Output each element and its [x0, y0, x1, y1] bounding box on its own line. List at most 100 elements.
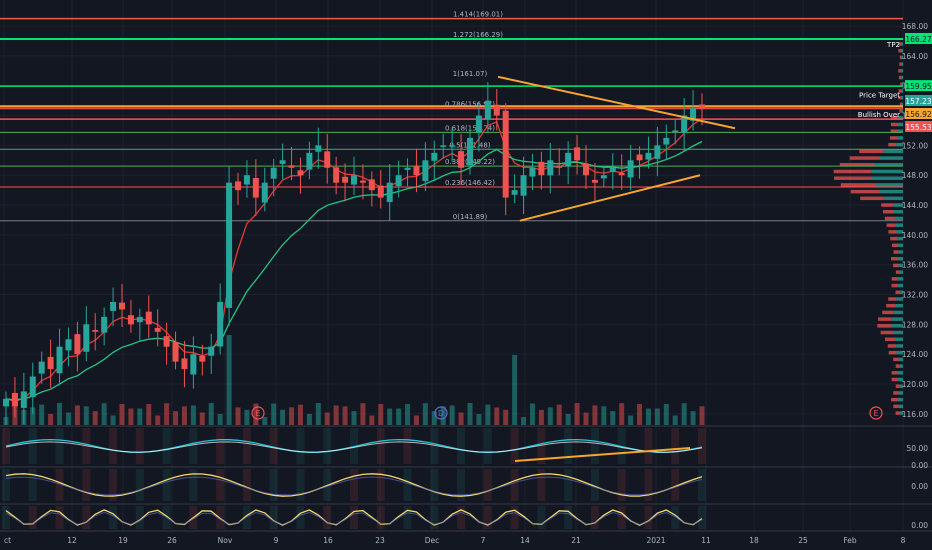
volume-bar: [262, 416, 268, 425]
pane-shade: [296, 469, 305, 501]
price-tick-label: 164.00: [902, 52, 928, 61]
volume-bar: [217, 414, 223, 425]
candle-body: [47, 356, 54, 370]
pane-shade: [483, 428, 492, 464]
vp-bar-down: [834, 176, 872, 180]
volume-bar: [476, 414, 482, 425]
trading-chart[interactable]: 1.414(169.01)1.272(166.29)1(161.07)0.786…: [0, 0, 932, 550]
pane-shade: [403, 469, 412, 501]
vp-bar-up: [897, 136, 903, 140]
tp2-label: TP2: [886, 41, 900, 49]
vp-bar-up: [871, 176, 903, 180]
pane-shade: [82, 469, 91, 501]
candle-body: [609, 167, 616, 172]
pane-shade: [617, 469, 626, 501]
indicator-tick-label: 50.00: [907, 444, 929, 453]
pane-shade: [135, 469, 144, 501]
candle-body: [3, 398, 9, 407]
pane-shade: [510, 469, 519, 501]
indicator-tick-label: 0.00: [911, 461, 928, 470]
pane-shade: [671, 428, 680, 464]
candle-body: [368, 179, 375, 191]
candle-body: [163, 336, 170, 347]
volume-bar: [155, 415, 161, 425]
vp-bar-up: [894, 337, 903, 341]
price-tick-label: 132.00: [902, 291, 928, 300]
pane-shade: [2, 469, 10, 501]
pane-shade: [403, 428, 412, 464]
time-tick-label: 21: [571, 536, 581, 545]
volume-bar: [565, 413, 571, 425]
time-tick-label: 16: [323, 536, 333, 545]
time-tick-label: 19: [118, 536, 128, 545]
price-tick-label: 152.00: [902, 141, 928, 150]
volume-bar: [592, 405, 598, 425]
vp-bar-down: [888, 350, 897, 355]
badge-157: 157.23: [905, 97, 931, 106]
pane-shade: [564, 469, 573, 501]
volume-bar: [226, 335, 232, 425]
volume-bar: [672, 415, 678, 425]
vp-bar-up: [883, 149, 903, 154]
vp-bar-up: [897, 122, 903, 127]
volume-bar: [306, 413, 312, 425]
badge-159: 159.95: [905, 82, 931, 91]
volume-bar: [574, 403, 580, 425]
candle-body: [422, 160, 429, 182]
vp-bar-down: [893, 357, 899, 362]
volume-bar: [556, 404, 562, 425]
fib-0236: 0.236(146.42): [445, 179, 495, 187]
volume-bar: [342, 406, 348, 425]
vp-bar-up: [892, 330, 903, 335]
time-tick-label: Dec: [425, 536, 440, 545]
candle-body: [270, 167, 277, 179]
candle-body: [386, 182, 393, 203]
pane-shade: [350, 506, 358, 529]
vp-bar-down: [891, 377, 898, 382]
vp-bar-up: [871, 169, 903, 174]
candle-body: [226, 182, 233, 308]
volume-bar: [699, 406, 705, 425]
price-tick-label: 148.00: [902, 171, 928, 180]
fib-1272: 1.272(166.29): [453, 31, 503, 39]
vp-bar-up: [900, 95, 903, 100]
candle-body: [235, 181, 241, 191]
fib-0: 0(141.89): [453, 213, 488, 221]
candle-body: [591, 179, 598, 183]
volume-bar: [681, 403, 687, 425]
volume-bar: [21, 409, 27, 425]
vp-bar-down: [881, 203, 894, 207]
candle-body: [20, 391, 27, 408]
pane-shade: [483, 469, 492, 501]
vp-bar-up: [879, 189, 903, 194]
vp-bar-down: [849, 156, 879, 160]
volume-bar: [137, 408, 143, 425]
price-tick-label: 124.00: [902, 350, 928, 359]
time-tick-label: 2021: [646, 536, 665, 545]
pane-shade: [564, 506, 573, 529]
pane-shade: [2, 506, 10, 529]
volume-bar: [601, 406, 607, 425]
vp-bar-up: [898, 250, 903, 254]
volume-bar: [324, 412, 330, 425]
volume-bar: [637, 403, 643, 425]
vp-bar-down: [891, 283, 898, 288]
pane-shade: [135, 428, 144, 464]
volume-bar: [610, 411, 616, 425]
candle-body: [636, 154, 643, 161]
vp-bar-down: [895, 290, 900, 295]
vp-bar-up: [895, 303, 903, 308]
candle-body: [672, 130, 679, 133]
pane-shade: [162, 469, 171, 501]
volume-bar: [12, 403, 18, 425]
candle-body: [618, 172, 625, 176]
candle-body: [261, 182, 268, 203]
vp-bar-down: [886, 303, 896, 308]
candle-body: [404, 167, 411, 170]
volume-bar: [405, 404, 411, 425]
pane-shade: [644, 428, 653, 464]
vp-bar-up: [893, 310, 903, 315]
badge-166: 166.27: [905, 35, 931, 44]
volume-bar: [654, 408, 660, 425]
candle-body: [136, 316, 143, 323]
